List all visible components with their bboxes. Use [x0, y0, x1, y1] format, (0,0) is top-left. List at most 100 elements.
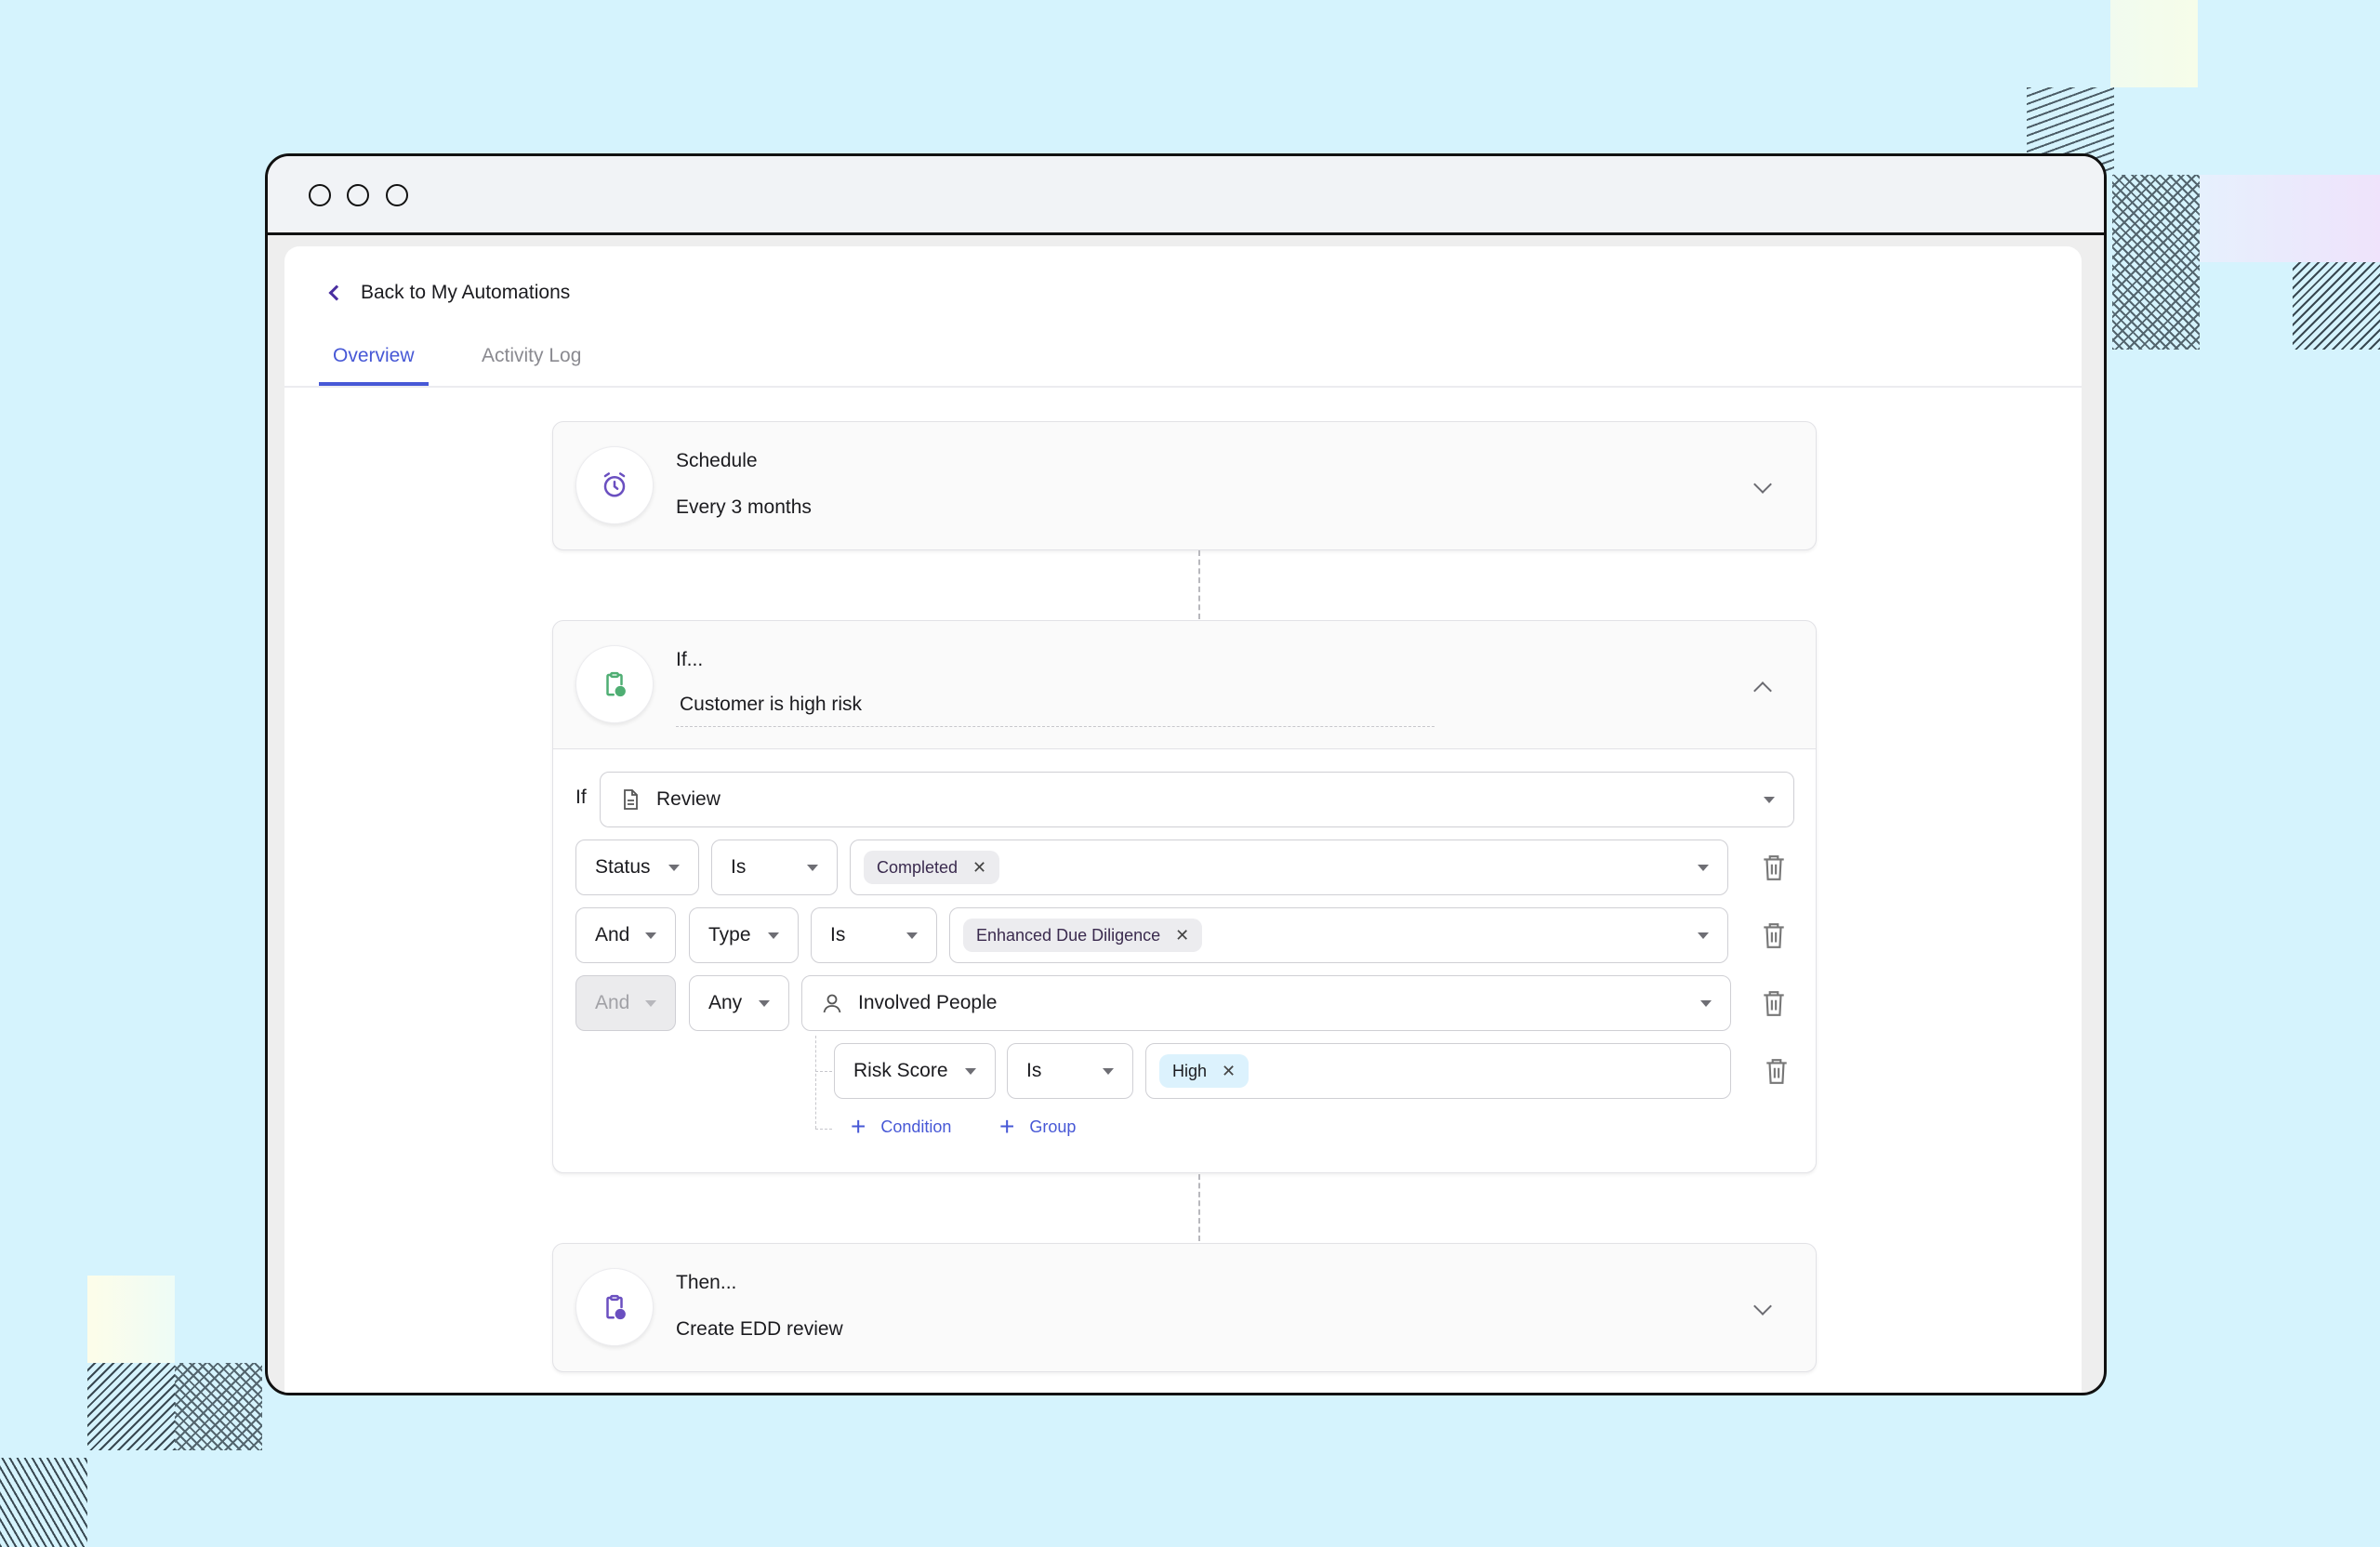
quantifier-value: Any — [708, 992, 743, 1013]
caret-down-icon — [668, 865, 680, 871]
decor-pattern — [175, 1363, 262, 1450]
conjunction-value: And — [595, 992, 630, 1013]
relation-select[interactable]: Involved People — [801, 975, 1731, 1031]
add-group-label: Group — [1029, 1117, 1077, 1136]
caret-down-icon — [768, 932, 779, 939]
value-chip: High ✕ — [1159, 1054, 1250, 1088]
remove-chip-icon[interactable]: ✕ — [972, 858, 986, 878]
action-title: Then... — [676, 1272, 737, 1293]
content-panel: Back to My Automations Overview Activity… — [284, 246, 2082, 1393]
chevron-up-icon[interactable] — [1753, 681, 1772, 700]
caret-down-icon — [645, 1000, 656, 1007]
trash-icon[interactable] — [1762, 853, 1786, 881]
entity-select[interactable]: Review — [600, 772, 1794, 827]
operator-select[interactable]: Is — [811, 907, 937, 963]
decor-pattern — [0, 1458, 87, 1547]
schedule-card[interactable]: Schedule Every 3 months — [552, 421, 1817, 550]
value-multiselect[interactable]: High ✕ — [1145, 1043, 1731, 1099]
operator-value: Is — [1026, 1060, 1042, 1081]
back-link-label: Back to My Automations — [361, 282, 571, 303]
back-link[interactable]: Back to My Automations — [325, 282, 570, 304]
chip-label: Enhanced Due Diligence — [976, 925, 1161, 945]
tree-guide — [815, 1071, 832, 1072]
operator-select[interactable]: Is — [711, 840, 838, 895]
caret-down-icon — [1698, 865, 1709, 871]
decor-tile — [87, 1276, 175, 1363]
caret-down-icon — [1698, 932, 1709, 939]
field-value: Type — [708, 924, 751, 945]
schedule-title: Schedule — [676, 450, 758, 471]
window-titlebar — [268, 156, 2104, 235]
alarm-clock-icon — [603, 472, 626, 497]
operator-select[interactable]: Is — [1007, 1043, 1133, 1099]
window-minimize-button[interactable] — [347, 184, 369, 206]
caret-down-icon — [1764, 797, 1775, 803]
tab-activity-log[interactable]: Activity Log — [468, 345, 595, 382]
chevron-left-icon — [328, 284, 345, 301]
entity-value: Review — [656, 788, 721, 810]
window-maximize-button[interactable] — [386, 184, 408, 206]
value-chip: Completed ✕ — [864, 851, 1000, 884]
quantifier-select[interactable]: Any — [689, 975, 789, 1031]
plus-icon: + — [851, 1112, 866, 1141]
window-close-button[interactable] — [309, 184, 331, 206]
decor-pattern — [2293, 262, 2380, 350]
chip-label: High — [1172, 1061, 1208, 1080]
caret-down-icon — [807, 865, 818, 871]
flow-connector — [1198, 1174, 1200, 1241]
tree-guide — [815, 1036, 816, 1129]
field-value: Risk Score — [853, 1060, 948, 1081]
condition-name-input[interactable]: Customer is high risk — [676, 694, 1435, 727]
decor-pattern — [87, 1363, 175, 1450]
tree-guide — [815, 1129, 832, 1130]
trash-icon[interactable] — [1765, 1057, 1789, 1085]
action-card[interactable]: Then... Create EDD review — [552, 1243, 1817, 1372]
if-label: If — [575, 787, 587, 808]
document-icon — [624, 789, 638, 810]
caret-down-icon — [1103, 1068, 1114, 1075]
value-multiselect[interactable]: Completed ✕ — [850, 840, 1728, 895]
remove-chip-icon[interactable]: ✕ — [1222, 1062, 1236, 1081]
chip-label: Completed — [877, 857, 959, 877]
conjunction-select[interactable]: And — [575, 907, 676, 963]
chevron-down-icon[interactable] — [1753, 1297, 1772, 1316]
browser-window: Back to My Automations Overview Activity… — [265, 153, 2107, 1395]
caret-down-icon — [645, 932, 656, 939]
trash-icon[interactable] — [1762, 921, 1786, 949]
operator-value: Is — [830, 924, 846, 945]
operator-value: Is — [731, 856, 747, 878]
chevron-down-icon[interactable] — [1753, 475, 1772, 494]
conjunction-value: And — [595, 924, 630, 945]
condition-title: If... — [676, 649, 704, 670]
clipboard-clock-icon — [606, 671, 626, 697]
remove-chip-icon[interactable]: ✕ — [1175, 926, 1189, 945]
caret-down-icon — [759, 1000, 770, 1007]
trash-icon[interactable] — [1762, 989, 1786, 1017]
plus-icon: + — [999, 1112, 1015, 1141]
field-value: Status — [595, 856, 651, 878]
action-value: Create EDD review — [676, 1318, 843, 1340]
add-condition-button[interactable]: + Condition — [851, 1114, 951, 1140]
condition-icon-badge — [575, 645, 654, 723]
decor-tile — [2200, 175, 2380, 262]
decor-tile — [2110, 0, 2198, 87]
relation-value: Involved People — [858, 992, 998, 1013]
field-select[interactable]: Type — [689, 907, 799, 963]
action-icon-badge — [575, 1268, 654, 1346]
tab-overview[interactable]: Overview — [319, 345, 429, 386]
tab-bar: Overview Activity Log — [284, 336, 2082, 388]
value-chip: Enhanced Due Diligence ✕ — [963, 919, 1203, 952]
field-select[interactable]: Status — [575, 840, 699, 895]
add-group-button[interactable]: + Group — [999, 1114, 1076, 1140]
flow-connector — [1198, 550, 1200, 619]
conjunction-select: And — [575, 975, 676, 1031]
decor-pattern — [2112, 175, 2200, 350]
value-multiselect[interactable]: Enhanced Due Diligence ✕ — [949, 907, 1728, 963]
schedule-value: Every 3 months — [676, 496, 812, 518]
add-condition-label: Condition — [880, 1117, 952, 1136]
schedule-icon-badge — [575, 446, 654, 524]
field-select[interactable]: Risk Score — [834, 1043, 996, 1099]
person-icon — [823, 994, 841, 1013]
condition-card: If... Customer is high risk If Review St… — [552, 620, 1817, 1173]
clipboard-clock-icon — [606, 1294, 626, 1320]
